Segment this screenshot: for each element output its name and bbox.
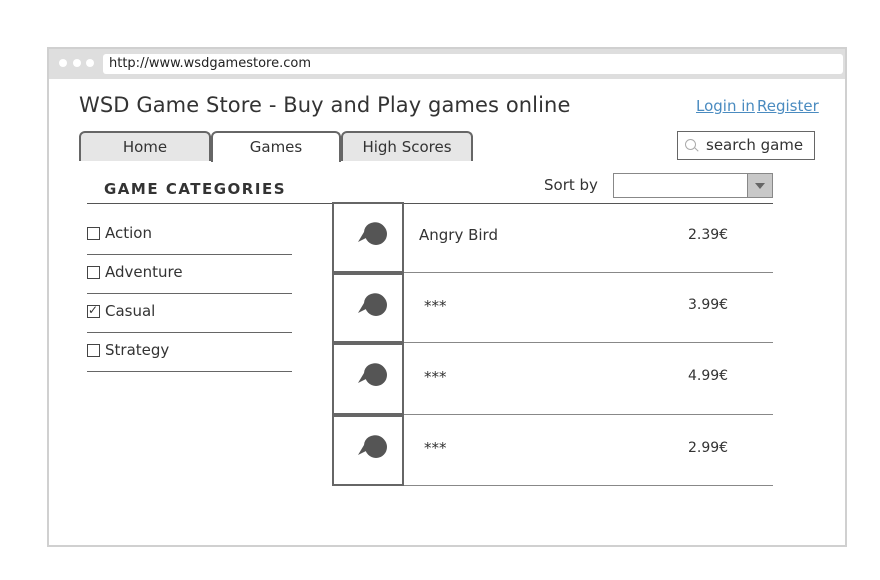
category-checkbox[interactable] bbox=[87, 266, 100, 279]
category-label: Casual bbox=[105, 302, 156, 320]
window-dot-icon bbox=[86, 59, 94, 67]
url-bar[interactable]: http://www.wsdgamestore.com bbox=[103, 54, 843, 74]
category-checkbox-checked[interactable] bbox=[87, 303, 100, 318]
chevron-down-icon bbox=[755, 183, 765, 189]
category-item-strategy[interactable]: Strategy bbox=[87, 333, 292, 372]
login-link[interactable]: Login in bbox=[696, 97, 755, 115]
category-label: Strategy bbox=[105, 341, 170, 359]
game-name[interactable]: *** bbox=[424, 439, 447, 457]
window-dot-icon bbox=[73, 59, 81, 67]
game-price: 4.99€ bbox=[688, 368, 729, 384]
category-item-action[interactable]: Action bbox=[87, 216, 292, 255]
tab-games[interactable]: Games bbox=[211, 131, 341, 162]
image-placeholder-icon bbox=[358, 222, 387, 245]
tab-high-scores[interactable]: High Scores bbox=[341, 131, 473, 161]
category-item-adventure[interactable]: Adventure bbox=[87, 255, 292, 294]
game-thumbnail[interactable] bbox=[332, 202, 404, 273]
page-title: WSD Game Store - Buy and Play games onli… bbox=[79, 93, 571, 117]
categories-heading: GAME CATEGORIES bbox=[104, 180, 286, 198]
game-list-item[interactable]: Angry Bird 2.39€ bbox=[332, 202, 773, 273]
browser-titlebar: http://www.wsdgamestore.com bbox=[49, 49, 845, 79]
game-price: 2.39€ bbox=[688, 227, 729, 243]
tab-home[interactable]: Home bbox=[79, 131, 211, 161]
game-thumbnail[interactable] bbox=[332, 415, 404, 486]
register-link[interactable]: Register bbox=[757, 97, 819, 115]
game-thumbnail[interactable] bbox=[332, 343, 404, 415]
category-checkbox[interactable] bbox=[87, 227, 100, 240]
game-list-item[interactable]: *** 3.99€ bbox=[332, 273, 773, 343]
category-label: Adventure bbox=[105, 263, 183, 281]
game-thumbnail[interactable] bbox=[332, 273, 404, 343]
image-placeholder-icon bbox=[358, 293, 387, 316]
search-input[interactable]: search game bbox=[677, 131, 815, 160]
game-price: 3.99€ bbox=[688, 297, 729, 313]
game-price: 2.99€ bbox=[688, 440, 729, 456]
game-list-item[interactable]: *** 2.99€ bbox=[332, 415, 773, 486]
browser-window: http://www.wsdgamestore.com WSD Game Sto… bbox=[47, 47, 847, 547]
category-item-casual[interactable]: Casual bbox=[87, 294, 292, 333]
window-dot-icon bbox=[59, 59, 67, 67]
search-placeholder: search game bbox=[706, 136, 804, 154]
game-list-item[interactable]: *** 4.99€ bbox=[332, 343, 773, 415]
search-icon bbox=[685, 139, 696, 150]
category-checkbox[interactable] bbox=[87, 344, 100, 357]
sort-label: Sort by bbox=[544, 176, 598, 194]
category-divider bbox=[87, 371, 292, 372]
row-divider bbox=[404, 485, 773, 486]
image-placeholder-icon bbox=[358, 435, 387, 458]
game-name[interactable]: *** bbox=[424, 368, 447, 386]
game-name[interactable]: *** bbox=[424, 297, 447, 315]
game-name[interactable]: Angry Bird bbox=[419, 226, 498, 244]
sort-dropdown[interactable] bbox=[613, 173, 773, 198]
category-label: Action bbox=[105, 224, 152, 242]
image-placeholder-icon bbox=[358, 363, 387, 386]
dropdown-button[interactable] bbox=[747, 174, 772, 197]
